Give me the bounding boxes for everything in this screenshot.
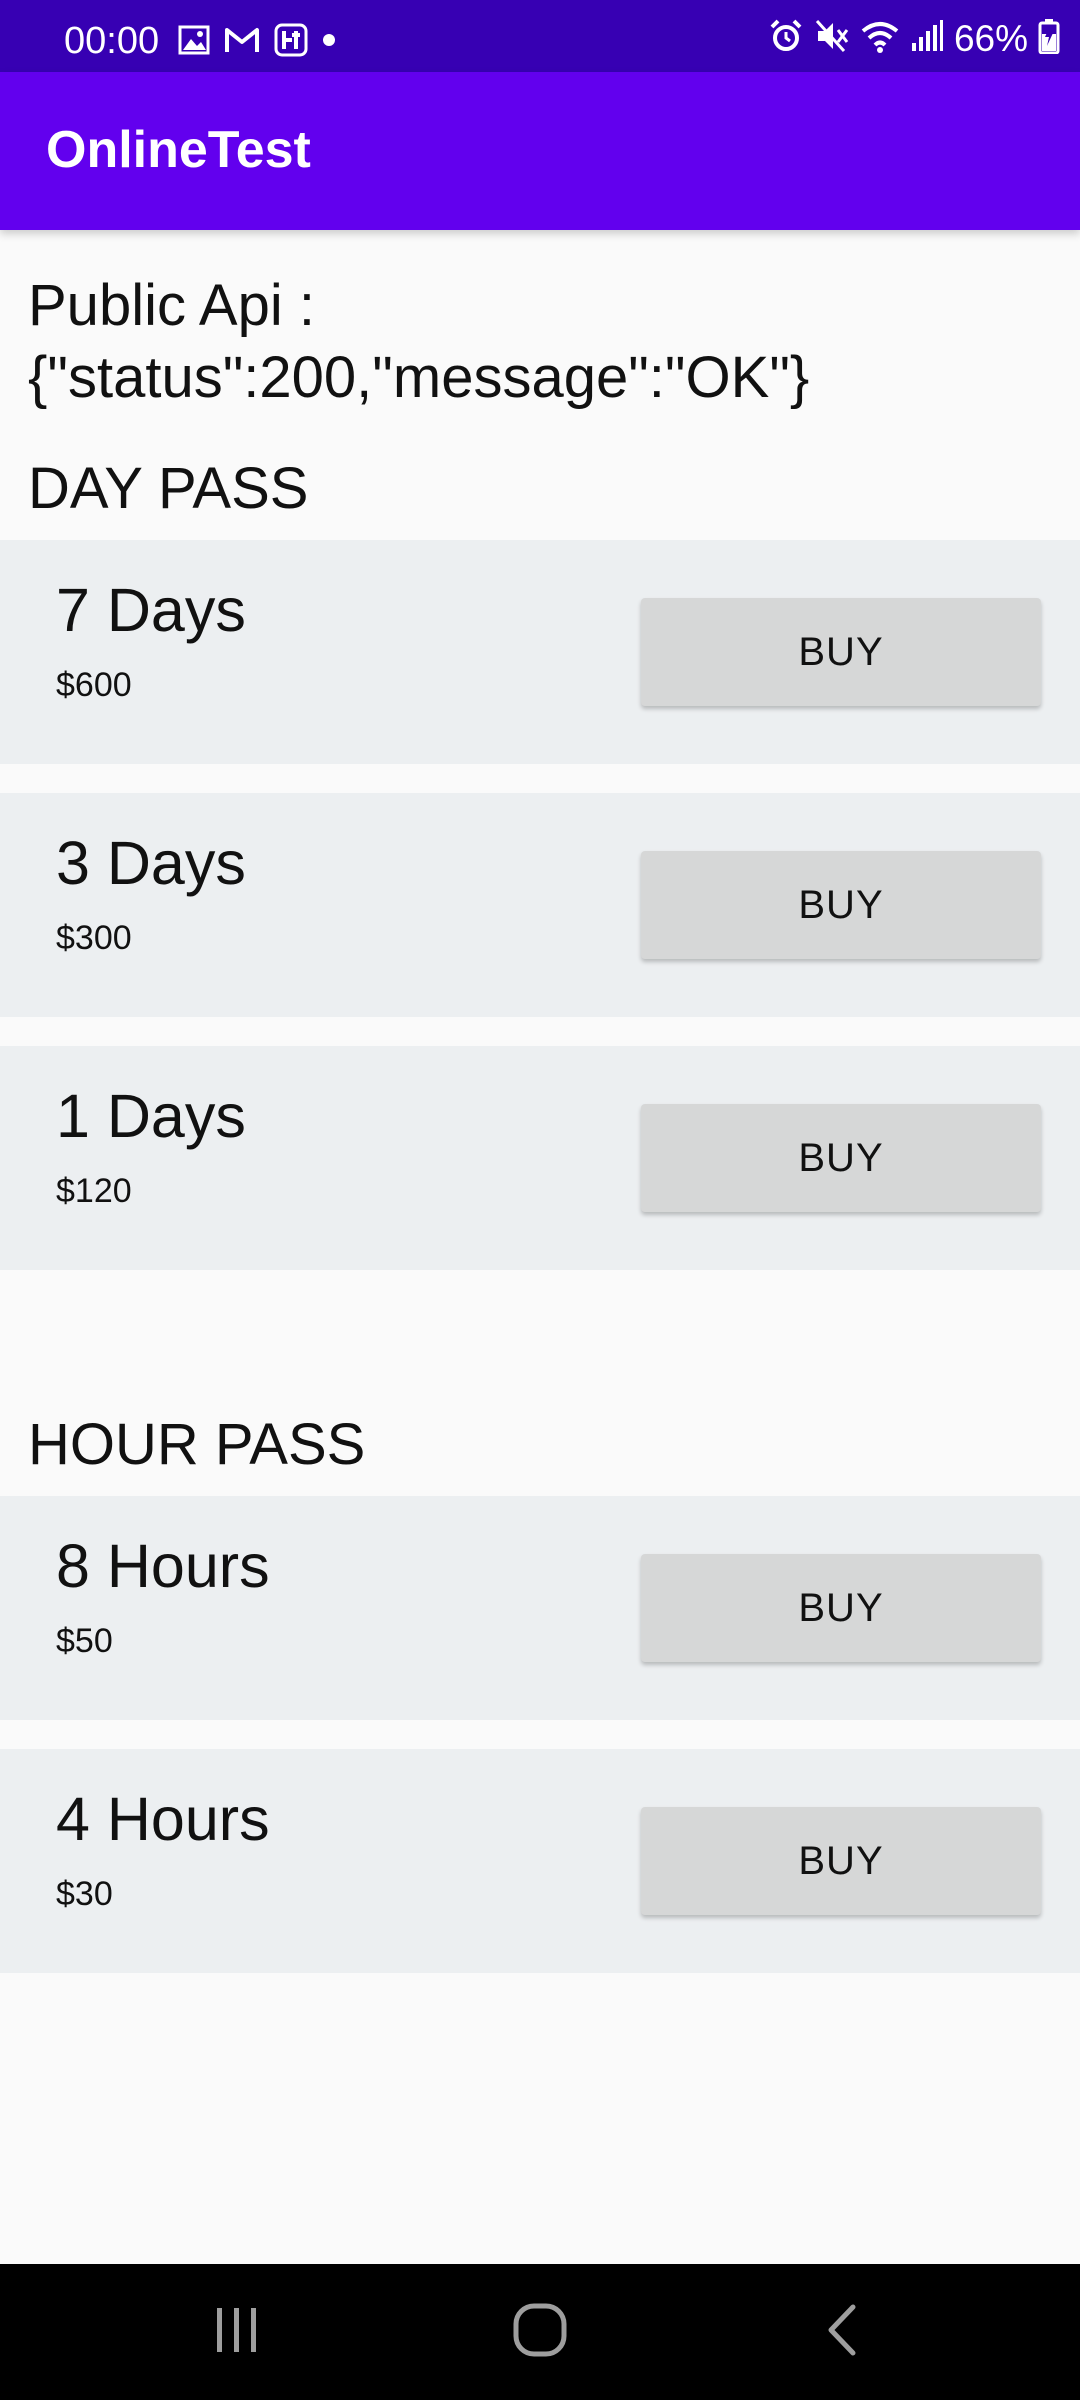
buy-button-7-days[interactable]: BUY <box>641 598 1041 706</box>
system-status-icons: 66% <box>768 18 1060 58</box>
app-bar: OnlineTest <box>0 72 1080 230</box>
pass-price: $50 <box>56 1622 113 1660</box>
hour-pass-title: HOUR PASS <box>28 1412 366 1477</box>
pass-price: $600 <box>56 666 132 704</box>
api-status-text: Public Api : {"status":200,"message":"OK… <box>28 270 1048 414</box>
battery-percentage: 66% <box>953 17 1028 59</box>
pass-name: 4 Hours <box>56 1785 270 1853</box>
battery-charging-icon <box>1038 18 1060 59</box>
mute-icon <box>814 18 850 59</box>
pass-name: 1 Days <box>56 1082 246 1150</box>
buy-button-3-days[interactable]: BUY <box>641 851 1041 959</box>
notification-icons <box>178 23 336 62</box>
pass-card-1-days: 1 Days $120 BUY <box>0 1046 1080 1270</box>
pass-name: 7 Days <box>56 576 246 644</box>
pass-price: $300 <box>56 919 132 957</box>
api-label: Public Api : <box>28 273 315 338</box>
gmail-icon <box>224 26 260 59</box>
pass-card-7-days: 7 Days $600 BUY <box>0 540 1080 764</box>
day-pass-title: DAY PASS <box>28 456 309 521</box>
back-icon <box>823 2302 863 2363</box>
buy-button-8-hours[interactable]: BUY <box>641 1554 1041 1662</box>
navigation-bar <box>0 2264 1080 2400</box>
pass-card-4-hours: 4 Hours $30 BUY <box>0 1749 1080 1973</box>
pass-price: $120 <box>56 1172 132 1210</box>
signal-icon <box>910 19 944 58</box>
wifi-icon <box>860 19 900 58</box>
buy-button-1-days[interactable]: BUY <box>641 1104 1041 1212</box>
status-time: 00:00 <box>64 20 160 62</box>
recent-apps-icon <box>212 2305 262 2360</box>
pass-card-8-hours: 8 Hours $50 BUY <box>0 1496 1080 1720</box>
status-bar: 00:00 66% <box>0 0 1080 72</box>
app-title: OnlineTest <box>46 121 311 179</box>
home-icon <box>512 2302 568 2363</box>
dot-icon <box>322 33 336 52</box>
back-button[interactable] <box>743 2264 943 2400</box>
pass-name: 3 Days <box>56 829 246 897</box>
pass-card-3-days: 3 Days $300 BUY <box>0 793 1080 1017</box>
pass-name: 8 Hours <box>56 1532 270 1600</box>
buy-button-4-hours[interactable]: BUY <box>641 1807 1041 1915</box>
app-notification-icon <box>274 23 308 62</box>
recent-apps-button[interactable] <box>137 2264 337 2400</box>
home-button[interactable] <box>440 2264 640 2400</box>
alarm-icon <box>768 18 804 59</box>
screen: 00:00 66% OnlineTest Public Api: {"stat… <box>0 0 1080 2400</box>
pass-price: $30 <box>56 1875 113 1913</box>
api-response: {"status":200,"message":"OK"} <box>28 345 810 410</box>
gallery-icon <box>178 25 210 60</box>
